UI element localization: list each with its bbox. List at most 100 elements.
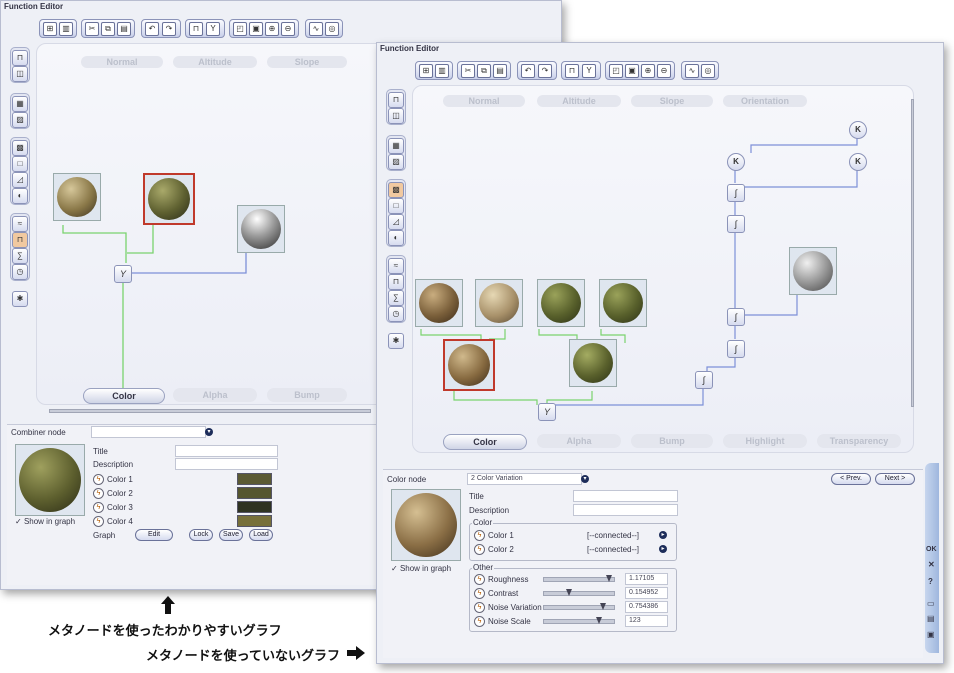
arrow-up-icon <box>161 596 175 614</box>
tab-highlight[interactable]: Highlight <box>723 434 807 448</box>
noise-variation-knob[interactable] <box>600 603 606 610</box>
noise-scale-value[interactable]: 123 <box>625 615 668 627</box>
contrast-label: Contrast <box>488 589 519 598</box>
function-node-2[interactable]: ∫ <box>727 215 745 233</box>
material-node-3[interactable] <box>537 279 585 327</box>
color-1-connect-icon[interactable]: ϟ <box>93 474 104 485</box>
tab-color[interactable]: Color <box>83 388 165 404</box>
document-icon[interactable]: ▭ <box>927 599 935 608</box>
material-node-5-selected[interactable] <box>443 339 495 391</box>
caption-without-metanode: メタノードを使っていないグラフ <box>146 648 340 663</box>
color-3-label: Color 3 <box>107 503 133 512</box>
load-icon[interactable]: ▤ <box>927 614 935 623</box>
color-2-swatch[interactable] <box>237 487 272 499</box>
roughness-slider[interactable] <box>543 575 615 582</box>
save-icon[interactable]: ▣ <box>927 630 935 639</box>
node-type-label: Combiner node <box>11 428 66 437</box>
description-label: Description <box>469 506 510 515</box>
roughness-connect-icon[interactable]: ϟ <box>474 574 485 585</box>
tab-alpha[interactable]: Alpha <box>537 434 621 448</box>
color-4-swatch[interactable] <box>237 515 272 527</box>
color-3-connect-icon[interactable]: ϟ <box>93 502 104 513</box>
description-field[interactable] <box>573 504 678 516</box>
tab-bump[interactable]: Bump <box>631 434 713 448</box>
material-node-noise[interactable] <box>789 247 837 295</box>
node-type-dropdown[interactable] <box>91 426 206 438</box>
show-in-graph[interactable]: ✓ Show in graph <box>15 517 75 526</box>
graph-links-right <box>420 137 858 406</box>
description-label: Description <box>93 460 134 469</box>
constant-node-2[interactable]: K <box>727 153 745 171</box>
color-2-label: Color 2 <box>107 489 133 498</box>
noise-scale-connect-icon[interactable]: ϟ <box>474 616 485 627</box>
graph-hscroll[interactable] <box>49 409 371 413</box>
material-node-1[interactable] <box>53 173 101 221</box>
edit-button[interactable]: Edit <box>135 529 173 541</box>
color-1-connect-icon[interactable]: ϟ <box>474 530 485 541</box>
color-2-value: [--connected--] <box>587 545 640 554</box>
roughness-value[interactable]: 1.17105 <box>625 573 668 585</box>
noise-scale-slider[interactable] <box>543 617 615 624</box>
function-node-3[interactable]: ∫ <box>727 308 745 326</box>
save-button[interactable]: Save <box>219 529 243 541</box>
material-node-2[interactable] <box>475 279 523 327</box>
ok-button[interactable]: OK <box>926 546 937 553</box>
material-node-4[interactable] <box>599 279 647 327</box>
tab-alpha[interactable]: Alpha <box>173 388 257 402</box>
noise-variation-slider[interactable] <box>543 603 615 610</box>
color-2-label: Color 2 <box>488 545 514 554</box>
show-in-graph-label: Show in graph <box>399 564 452 573</box>
node-type-dropdown[interactable]: 2 Color Variation <box>467 473 582 485</box>
tab-bump[interactable]: Bump <box>267 388 347 402</box>
node-preview <box>391 489 461 561</box>
function-node-1[interactable]: ∫ <box>727 184 745 202</box>
close-button[interactable]: ✕ <box>928 560 935 569</box>
noise-variation-connect-icon[interactable]: ϟ <box>474 602 485 613</box>
roughness-knob[interactable] <box>606 575 612 582</box>
tab-transparency[interactable]: Transparency <box>817 434 901 448</box>
color-4-label: Color 4 <box>107 517 133 526</box>
noise-scale-knob[interactable] <box>596 617 602 624</box>
noise-variation-value[interactable]: 0.754386 <box>625 601 668 613</box>
material-node-1[interactable] <box>415 279 463 327</box>
title-label: Title <box>93 447 108 456</box>
next-button[interactable]: Next > <box>875 473 915 485</box>
node-dropdown-icon[interactable]: ▾ <box>205 428 213 436</box>
color-2-connect-icon[interactable]: ϟ <box>474 544 485 555</box>
function-node-5[interactable]: ∫ <box>695 371 713 389</box>
constant-node-1[interactable]: K <box>849 121 867 139</box>
color-2-menu-icon[interactable]: ▸ <box>659 545 667 553</box>
color-4-connect-icon[interactable]: ϟ <box>93 516 104 527</box>
help-button[interactable]: ? <box>928 577 933 586</box>
contrast-slider[interactable] <box>543 589 615 596</box>
material-node-6[interactable] <box>569 339 617 387</box>
lock-button[interactable]: Lock <box>189 529 213 541</box>
material-node-3[interactable] <box>237 205 285 253</box>
contrast-knob[interactable] <box>566 589 572 596</box>
color-group <box>469 523 677 561</box>
title-field[interactable] <box>175 445 278 457</box>
color-2-connect-icon[interactable]: ϟ <box>93 488 104 499</box>
graph-label: Graph <box>93 531 116 540</box>
color-1-menu-icon[interactable]: ▸ <box>659 531 667 539</box>
contrast-connect-icon[interactable]: ϟ <box>474 588 485 599</box>
title-field[interactable] <box>573 490 678 502</box>
caption-with-metanode: メタノードを使ったわかりやすいグラフ <box>48 623 282 638</box>
combiner-node[interactable]: Y <box>538 403 556 421</box>
color-1-swatch[interactable] <box>237 473 272 485</box>
constant-node-3[interactable]: K <box>849 153 867 171</box>
function-node-4[interactable]: ∫ <box>727 340 745 358</box>
material-node-2-selected[interactable] <box>143 173 195 225</box>
description-field[interactable] <box>175 458 278 470</box>
combiner-node[interactable]: Y <box>114 265 132 283</box>
prev-button[interactable]: < Prev. <box>831 473 871 485</box>
show-in-graph[interactable]: ✓ Show in graph <box>391 564 451 573</box>
contrast-value[interactable]: 0.154952 <box>625 587 668 599</box>
show-in-graph-label: Show in graph <box>23 517 76 526</box>
load-button[interactable]: Load <box>249 529 273 541</box>
noise-variation-label: Noise Variation <box>488 603 542 612</box>
color-3-swatch[interactable] <box>237 501 272 513</box>
node-dropdown-icon[interactable]: ▾ <box>581 475 589 483</box>
tab-color[interactable]: Color <box>443 434 527 450</box>
color-1-label: Color 1 <box>488 531 514 540</box>
